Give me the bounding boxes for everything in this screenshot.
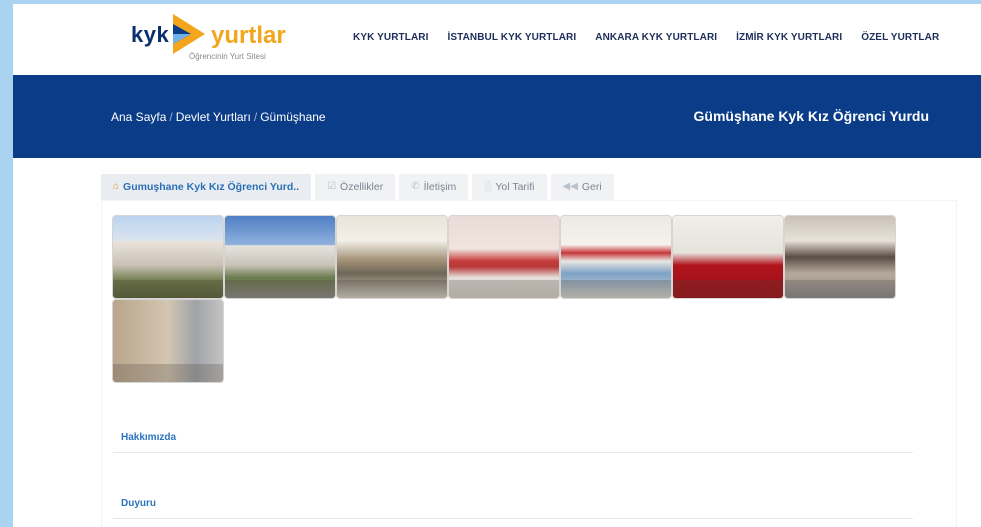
gallery-photo-building-exterior[interactable] xyxy=(113,216,223,298)
back-icon: ◀◀ xyxy=(562,181,578,192)
breadcrumb: Ana Sayfa / Devlet Yurtları / Gümüşhane xyxy=(111,110,326,124)
phone-icon: ✆ xyxy=(411,181,420,192)
logo-tagline: Öğrencinin Yurt Sitesi xyxy=(189,52,266,61)
logo-yurtlar-text: yurtlar xyxy=(211,22,286,49)
home-icon: ⌂ xyxy=(113,181,120,192)
tab-label: Gumuşhane Kyk Kız Öğrenci Yurd.. xyxy=(123,181,300,193)
gallery-photo-dorm-room[interactable] xyxy=(113,300,223,382)
tab-features[interactable]: ☑ Özellikler xyxy=(315,174,396,200)
tab-label: Geri xyxy=(581,181,602,193)
nav-istanbul-kyk-yurtlari[interactable]: İSTANBUL KYK YURTLARI xyxy=(447,32,576,43)
breadcrumb-separator: / xyxy=(253,110,258,124)
logo-arrow-icon xyxy=(173,14,205,54)
site-header: kyk yurtlar Öğrencinin Yurt Sitesi KYK Y… xyxy=(13,4,981,75)
breadcrumb-gumushane[interactable]: Gümüşhane xyxy=(260,110,325,124)
tab-overview[interactable]: ⌂ Gumuşhane Kyk Kız Öğrenci Yurd.. xyxy=(101,174,312,200)
breadcrumb-separator: / xyxy=(169,110,173,124)
site-logo[interactable]: kyk yurtlar Öğrencinin Yurt Sitesi xyxy=(123,10,293,70)
breadcrumb-devlet-yurtlari[interactable]: Devlet Yurtları xyxy=(176,110,251,124)
main-nav: KYK YURTLARI İSTANBUL KYK YURTLARI ANKAR… xyxy=(353,32,958,43)
nav-izmir-kyk-yurtlari[interactable]: İZMİR KYK YURTLARI xyxy=(736,32,842,43)
tab-label: Özellikler xyxy=(340,181,384,193)
gallery-photo-building-exterior[interactable] xyxy=(225,216,335,298)
page-banner: Ana Sayfa / Devlet Yurtları / Gümüşhane Gümü… xyxy=(13,75,981,158)
tab-label: Yol Tarifi xyxy=(495,181,535,193)
logo-kyk-text: kyk xyxy=(131,22,170,47)
gallery-photo-dining-hall[interactable] xyxy=(561,216,671,298)
section-announcement: Duyuru xyxy=(113,490,913,519)
section-about: Hakkımızda xyxy=(113,424,913,453)
page-title: Gümüşhane Kyk Kız Öğrenci Yurdu xyxy=(693,108,929,124)
checkbox-icon: ☑ xyxy=(327,181,337,192)
gallery-photo-dorm-hallway[interactable] xyxy=(673,216,783,298)
section-title-about: Hakkımızda xyxy=(121,432,177,443)
tab-back[interactable]: ◀◀ Geri xyxy=(550,174,614,200)
gallery-photo-dorm-room[interactable] xyxy=(785,216,895,298)
tab-directions[interactable]: ░ Yol Tarifi xyxy=(472,174,547,200)
tab-contact[interactable]: ✆ İletişim xyxy=(399,174,469,200)
page: kyk yurtlar Öğrencinin Yurt Sitesi KYK Y… xyxy=(13,4,981,527)
nav-ozel-yurtlar[interactable]: ÖZEL YURTLAR xyxy=(861,32,939,43)
gallery-photo-dining-hall[interactable] xyxy=(337,216,447,298)
gallery-photo-common-room[interactable] xyxy=(449,216,559,298)
nav-kyk-yurtlari[interactable]: KYK YURTLARI xyxy=(353,32,428,43)
breadcrumb-home[interactable]: Ana Sayfa xyxy=(111,110,166,124)
detail-tabs: ⌂ Gumuşhane Kyk Kız Öğrenci Yurd.. ☑ Öze… xyxy=(101,174,618,200)
tab-label: İletişim xyxy=(423,181,457,193)
road-icon: ░ xyxy=(484,181,492,192)
nav-ankara-kyk-yurtlari[interactable]: ANKARA KYK YURTLARI xyxy=(595,32,717,43)
section-title-announcement: Duyuru xyxy=(121,498,156,509)
